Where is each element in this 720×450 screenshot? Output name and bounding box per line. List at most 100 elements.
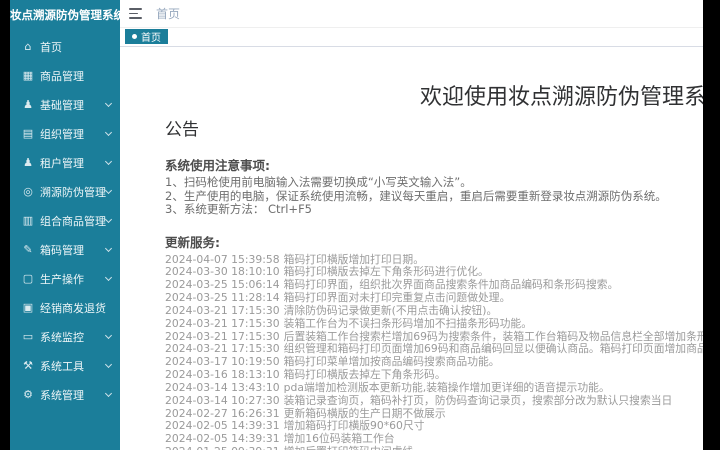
sidebar-item-label: 组合商品管理 <box>40 214 106 228</box>
notice-line: 3、系统更新方法： Ctrl+F5 <box>165 202 313 216</box>
update-time: 2024-02-05 14:39:31 <box>165 432 280 446</box>
collapse-sidebar-icon[interactable] <box>129 8 142 19</box>
sidebar-item-system-mgmt[interactable]: ⚙ 系统管理 <box>10 380 120 409</box>
notice-line: 2、生产使用的电脑，保证系统使用流畅，建议每天重启，重启后需要重新登录妆点溯源防… <box>165 188 667 203</box>
sidebar-item-goods-mgmt[interactable]: ▦ 商品管理 <box>10 61 120 90</box>
update-time: 2024-02-05 14:39:31 <box>165 419 280 433</box>
update-text: pda端增加检测版本更新功能,装箱操作增加更详细的语音提示功能。 <box>283 380 610 394</box>
update-time: 2024-03-21 17:15:30 <box>165 329 280 343</box>
chevron-down-icon <box>104 389 113 398</box>
user-icon: ♟ <box>23 98 33 111</box>
chevron-down-icon <box>104 215 113 224</box>
announcement-section: 公告 系统使用注意事项: 1、扫码枪使用前电脑输入法需要切换成“小写英文输入法”… <box>165 115 703 450</box>
sidebar-item-system-tools[interactable]: ⚒ 系统工具 <box>10 351 120 380</box>
tools-icon: ⚒ <box>23 359 33 372</box>
page-title: 欢迎使用妆点溯源防伪管理系统 <box>420 85 703 110</box>
update-text: 装箱工作台为不误扫条形码增加不扫描条形码功能。 <box>283 316 532 330</box>
sidebar-item-dealer-returns[interactable]: ▣ 经销商发退货 <box>10 293 120 322</box>
target-icon: ◎ <box>23 185 33 198</box>
sidebar-item-label: 组织管理 <box>40 127 84 141</box>
update-time: 2024-03-30 18:10:10 <box>165 265 280 279</box>
sidebar-item-combo-goods-mgmt[interactable]: ▥ 组合商品管理 <box>10 206 120 235</box>
sidebar-item-basic-mgmt[interactable]: ♟ 基础管理 <box>10 90 120 119</box>
update-text: 箱码打印菜单增加按商品编码搜索商品功能。 <box>283 355 500 369</box>
update-text: 后置装箱工作台搜索栏增加69码为搜索条件，装箱工作台箱码及物品信息栏全部增加条形… <box>283 329 703 343</box>
update-time: 2024-02-27 16:26:31 <box>165 406 280 420</box>
chevron-down-icon <box>104 157 113 166</box>
home-icon: ⌂ <box>24 40 32 53</box>
update-time: 2024-03-25 15:06:14 <box>165 278 280 292</box>
edit-icon: ✎ <box>23 243 33 256</box>
update-text: 箱码打印界面对未打印完重复点击问题做处理。 <box>283 291 511 305</box>
chevron-down-icon <box>104 360 113 369</box>
return-icon: ▣ <box>22 301 34 314</box>
org-icon: ▤ <box>22 127 34 140</box>
sidebar-item-label: 生产操作 <box>40 272 84 286</box>
chevron-down-icon <box>104 244 113 253</box>
update-time: 2024-03-25 11:28:14 <box>165 291 280 305</box>
update-time: 2024-03-16 18:13:10 <box>165 368 280 382</box>
app-title: 妆点溯源防伪管理系统 <box>10 8 120 22</box>
sidebar-item-label: 商品管理 <box>40 69 84 83</box>
update-log-entry: 2024-01-25 09:39:31 增加后置打印箱码中间虚线 <box>165 445 703 450</box>
sidebar-item-trace-antifake-mgmt[interactable]: ◎ 溯源防伪管理 <box>10 177 120 206</box>
file-icon: ▢ <box>22 272 34 285</box>
sidebar-item-boxcode-mgmt[interactable]: ✎ 箱码管理 <box>10 235 120 264</box>
tenant-icon: ♟ <box>23 156 33 169</box>
notice-heading: 系统使用注意事项: <box>165 158 270 173</box>
breadcrumb[interactable]: 首页 <box>156 5 180 22</box>
sidebar-item-label: 首页 <box>40 40 62 54</box>
update-text: 箱码打印界面，组织批次界面商品搜索条件加商品编码和条形码搜索。 <box>283 278 619 292</box>
chevron-down-icon <box>104 128 113 137</box>
goods-icon: ▦ <box>22 69 34 82</box>
sidebar-item-label: 基础管理 <box>40 98 84 112</box>
sidebar-item-label: 系统监控 <box>40 330 84 344</box>
update-time: 2024-03-17 10:19:50 <box>165 355 280 369</box>
sidebar-item-tenant-mgmt[interactable]: ♟ 租户管理 <box>10 148 120 177</box>
update-text: 箱码打印横版去掉左下角条形码。 <box>283 368 446 382</box>
sidebar: 妆点溯源防伪管理系统 ⌂ 首页 ▦ 商品管理 ♟ 基础管理 ▤ 组织管理 ♟ 租… <box>10 0 120 450</box>
tab-bar: 首页 <box>120 28 703 47</box>
chevron-down-icon <box>104 331 113 340</box>
sidebar-item-label: 溯源防伪管理 <box>40 185 106 199</box>
update-text: 清除防伪码记录做更新(不用点击确认按钮)。 <box>283 303 498 317</box>
chevron-down-icon <box>104 99 113 108</box>
sidebar-menu: ⌂ 首页 ▦ 商品管理 ♟ 基础管理 ▤ 组织管理 ♟ 租户管理 ◎ 溯源防伪管… <box>10 32 120 409</box>
update-time: 2024-03-21 17:15:30 <box>165 316 280 330</box>
topbar: 首页 <box>120 0 703 28</box>
sidebar-item-label: 系统管理 <box>40 388 84 402</box>
update-text: 装箱记录查询页，箱码补打页，防伪码查询记录页，搜索部分改为默认只搜索当日 <box>283 393 673 407</box>
list-icon: ▥ <box>22 214 34 227</box>
tab-home[interactable]: 首页 <box>125 29 168 44</box>
sidebar-item-org-mgmt[interactable]: ▤ 组织管理 <box>10 119 120 148</box>
sidebar-item-label: 经销商发退货 <box>40 301 106 315</box>
update-log-list: 2024-04-07 15:39:58 箱码打印横版增加打印日期。 2024-03… <box>165 252 703 450</box>
chevron-down-icon <box>104 186 113 195</box>
main-column: 首页 首页 欢迎使用妆点溯源防伪管理系统 公告 系统使用注意事项: 1、扫码枪使… <box>120 0 703 450</box>
sidebar-item-home[interactable]: ⌂ 首页 <box>10 32 120 61</box>
announcement-title: 公告 <box>165 120 199 140</box>
main-content: 欢迎使用妆点溯源防伪管理系统 公告 系统使用注意事项: 1、扫码枪使用前电脑输入… <box>120 47 703 450</box>
update-time: 2024-03-21 17:15:30 <box>165 303 280 317</box>
sidebar-item-label: 系统工具 <box>40 359 84 373</box>
update-text: 箱码打印横版增加打印日期。 <box>283 252 425 266</box>
update-text: 增加箱码打印横版90*60尺寸 <box>283 419 425 433</box>
chevron-down-icon <box>104 273 113 282</box>
monitor-icon: ▭ <box>22 330 34 343</box>
sidebar-item-system-monitor[interactable]: ▭ 系统监控 <box>10 322 120 351</box>
update-time: 2024-01-25 09:39:31 <box>165 445 280 450</box>
app-window: 妆点溯源防伪管理系统 ⌂ 首页 ▦ 商品管理 ♟ 基础管理 ▤ 组织管理 ♟ 租… <box>10 0 703 450</box>
active-tab-dot-icon <box>132 34 137 39</box>
update-text: 增加后置打印箱码中间虚线 <box>284 445 414 450</box>
sidebar-item-label: 租户管理 <box>40 156 84 170</box>
update-time: 2024-03-14 13:43:10 <box>165 380 280 394</box>
update-text: 更新箱码横版的生产日期不做展示 <box>283 406 446 420</box>
update-time: 2024-04-07 15:39:58 <box>165 252 280 266</box>
update-time: 2024-03-14 10:27:30 <box>165 393 280 407</box>
gear-icon: ⚙ <box>23 388 33 401</box>
update-text: 组织管理和箱码打印页面增加69码和商品编码回显以便确认商品。箱码打印页面增加商品… <box>283 342 703 356</box>
update-time: 2024-03-21 17:15:30 <box>165 342 280 356</box>
tab-label: 首页 <box>141 33 161 44</box>
update-text: 增加16位码装箱工作台 <box>283 432 395 446</box>
sidebar-item-production-ops[interactable]: ▢ 生产操作 <box>10 264 120 293</box>
